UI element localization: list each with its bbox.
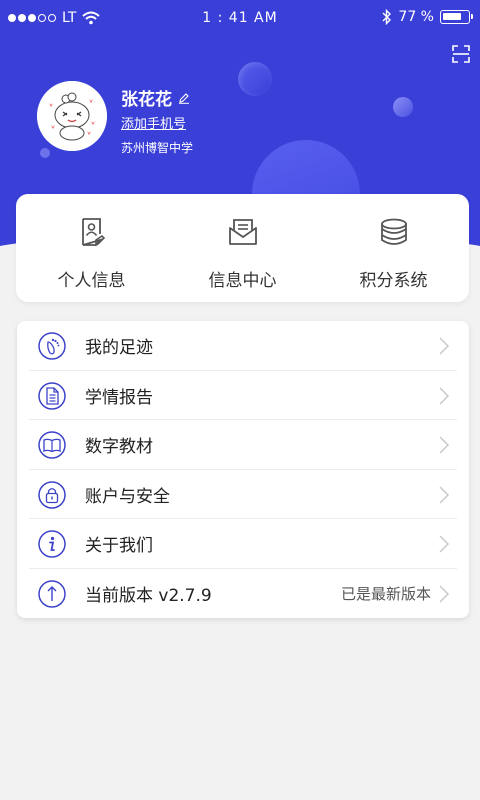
add-phone-link[interactable]: 添加手机号 (121, 113, 186, 132)
decor-bubble (40, 148, 50, 158)
decor-bubble (393, 97, 413, 117)
lock-icon (38, 480, 66, 509)
bluetooth-icon (382, 9, 392, 25)
personal-info-icon (81, 218, 105, 247)
book-icon (38, 431, 66, 459)
menu-item-label: 账户与安全 (85, 486, 170, 507)
message-center-icon (228, 219, 257, 245)
quick-points-system[interactable]: 积分系统 (318, 194, 469, 302)
user-name-row: 张花花 (121, 85, 190, 110)
chevron-right-icon (439, 337, 449, 355)
chevron-right-icon (439, 535, 449, 553)
chevron-right-icon (439, 485, 449, 504)
upgrade-icon (38, 579, 66, 608)
battery-percent: 77 % (398, 9, 434, 25)
quick-points-system-label: 积分系统 (359, 271, 428, 291)
avatar-icon (37, 81, 107, 151)
menu-item-account-security[interactable]: 账户与安全 (17, 470, 469, 519)
menu-item-digital-textbook[interactable]: 数字教材 (17, 420, 469, 470)
scan-icon[interactable] (452, 45, 470, 63)
edit-icon[interactable] (178, 92, 190, 104)
menu-item-label: 当前版本 v2.7.9 (85, 585, 212, 606)
school-name: 苏州博智中学 (121, 141, 194, 155)
quick-message-center[interactable]: 信息中心 (167, 194, 318, 302)
status-bar: LT 1 : 41 AM 77 % (0, 0, 480, 36)
quick-message-center-label: 信息中心 (208, 271, 277, 291)
version-status: 已是最新版本 (340, 584, 431, 603)
menu-item-footprint[interactable]: 我的足迹 (17, 321, 469, 371)
quick-personal-info[interactable]: 个人信息 (16, 194, 167, 302)
battery-icon (440, 10, 473, 24)
quick-actions-card: 个人信息 信息中心 积分系统 (16, 194, 469, 302)
settings-menu: 我的足迹 学情报告 数字教材 账户与安全 关于我们 当前版本 v2.7.9 已是… (17, 321, 469, 618)
points-icon (380, 218, 407, 245)
menu-item-label: 我的足迹 (85, 338, 153, 359)
menu-item-report[interactable]: 学情报告 (17, 371, 469, 420)
chevron-right-icon (439, 436, 449, 454)
info-icon (38, 530, 66, 558)
menu-item-label: 关于我们 (85, 536, 153, 557)
menu-item-version[interactable]: 当前版本 v2.7.9 已是最新版本 (17, 569, 469, 619)
user-name: 张花花 (121, 90, 172, 110)
footprint-icon (38, 332, 66, 360)
menu-item-label: 数字教材 (85, 437, 153, 458)
avatar[interactable] (37, 81, 107, 151)
chevron-right-icon (439, 386, 449, 405)
menu-item-about-us[interactable]: 关于我们 (17, 519, 469, 569)
chevron-right-icon (439, 584, 449, 603)
menu-item-label: 学情报告 (85, 387, 153, 408)
decor-bubble (238, 62, 272, 96)
report-icon (38, 381, 66, 410)
quick-personal-info-label: 个人信息 (57, 271, 126, 291)
